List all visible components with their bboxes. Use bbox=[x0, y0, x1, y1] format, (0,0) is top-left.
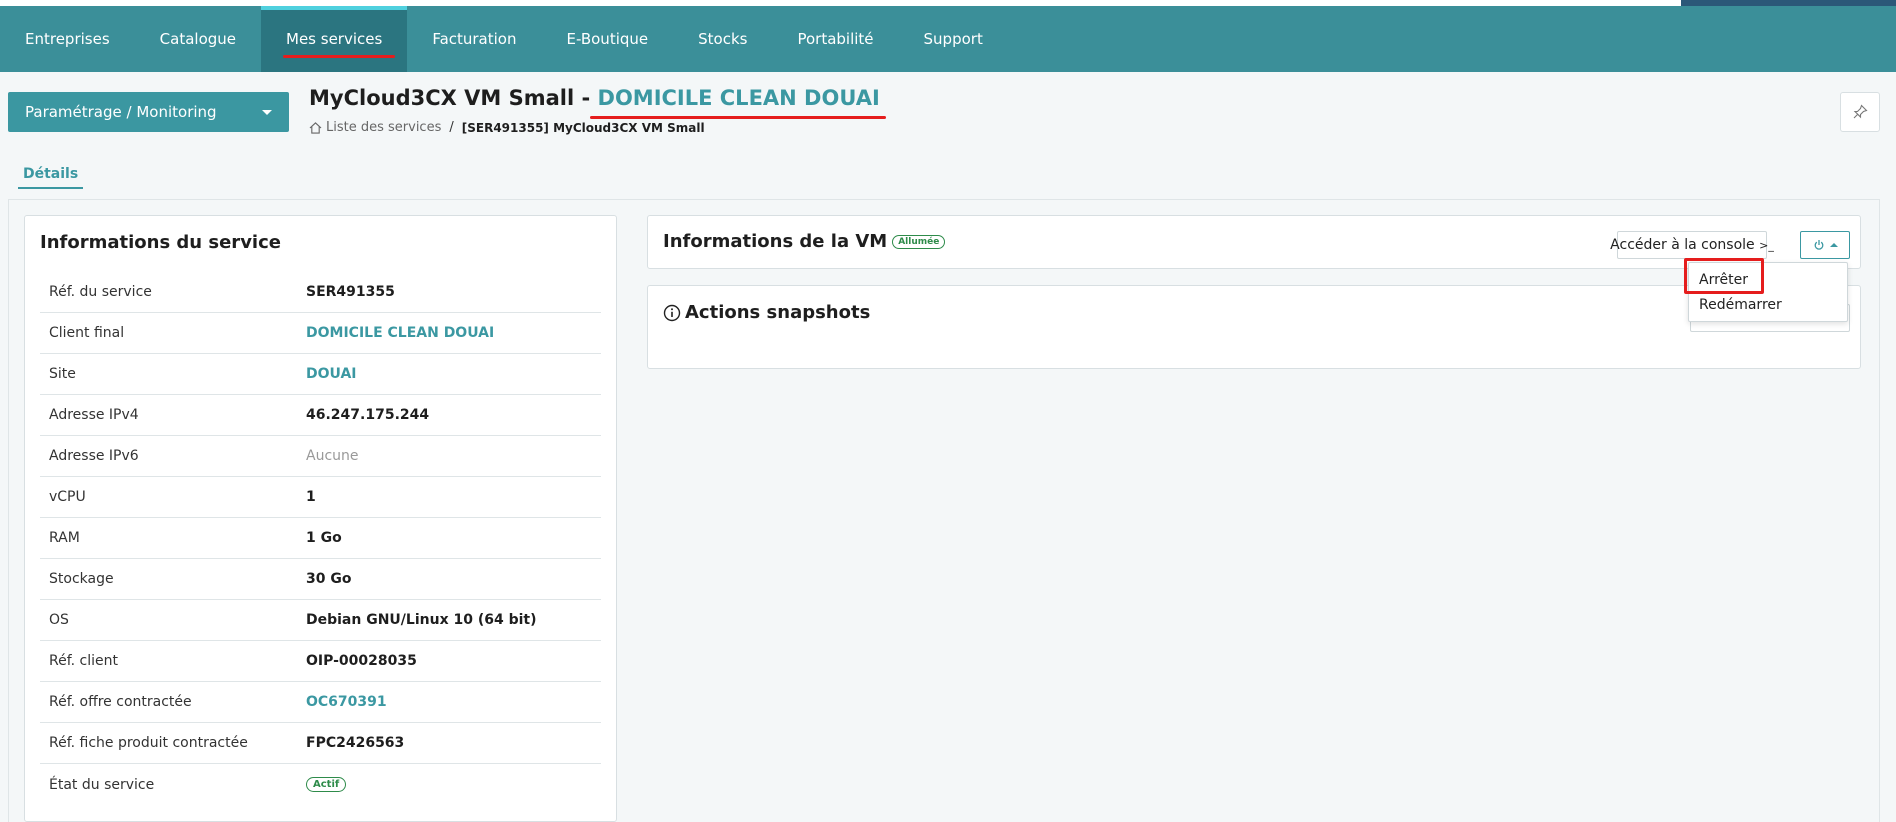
console-button-label: Accéder à la console bbox=[1610, 237, 1755, 253]
table-row: vCPU 1 bbox=[40, 477, 601, 518]
parametrage-monitoring-dropdown[interactable]: Paramétrage / Monitoring bbox=[8, 92, 289, 132]
table-row: Site DOUAI bbox=[40, 354, 601, 395]
home-icon bbox=[309, 121, 322, 134]
table-row: Stockage 30 Go bbox=[40, 559, 601, 600]
nav-item-mes-services[interactable]: Mes services bbox=[261, 6, 408, 72]
row-label: Site bbox=[49, 366, 76, 382]
row-label: Adresse IPv4 bbox=[49, 407, 139, 423]
row-label: Réf. offre contractée bbox=[49, 694, 192, 710]
power-dropdown-button[interactable] bbox=[1800, 231, 1850, 259]
terminal-icon: >_ bbox=[1759, 238, 1774, 252]
menu-item-redemarrer[interactable]: Redémarrer bbox=[1699, 297, 1782, 313]
service-info-card: Informations du service Réf. du service S… bbox=[24, 215, 617, 822]
row-value: SER491355 bbox=[306, 284, 395, 300]
row-label: RAM bbox=[49, 530, 80, 546]
table-row: Réf. offre contractée OC670391 bbox=[40, 682, 601, 723]
row-value: Debian GNU/Linux 10 (64 bit) bbox=[306, 612, 537, 628]
status-badge: Actif bbox=[306, 777, 347, 792]
row-value: 1 bbox=[306, 489, 316, 505]
row-value: 46.247.175.244 bbox=[306, 407, 430, 423]
service-info-title: Informations du service bbox=[40, 232, 281, 253]
row-label: Client final bbox=[49, 325, 125, 341]
row-label: Réf. du service bbox=[49, 284, 152, 300]
row-value: FPC2426563 bbox=[306, 735, 405, 751]
breadcrumb-separator: / bbox=[449, 120, 454, 135]
row-value: 30 Go bbox=[306, 571, 352, 587]
table-row: Réf. fiche produit contractée FPC2426563 bbox=[40, 723, 601, 764]
client-final-link[interactable]: DOMICILE CLEAN DOUAI bbox=[306, 325, 494, 341]
row-label: Réf. fiche produit contractée bbox=[49, 735, 248, 751]
table-row: État du service Actif bbox=[40, 764, 601, 805]
caret-down-icon bbox=[262, 109, 272, 115]
nav-item-label: Mes services bbox=[286, 30, 383, 48]
caret-up-icon bbox=[1829, 243, 1838, 247]
info-icon bbox=[663, 304, 681, 321]
pin-button[interactable] bbox=[1840, 92, 1880, 132]
vm-info-title-text: Informations de la VM bbox=[663, 231, 888, 252]
service-info-rows: Réf. du service SER491355 Client final DOM… bbox=[40, 272, 601, 805]
page-title-prefix: MyCloud3CX VM Small - bbox=[309, 86, 598, 110]
offre-link[interactable]: OC670391 bbox=[306, 694, 387, 710]
red-annotation-box bbox=[1684, 258, 1764, 294]
table-row: Client final DOMICILE CLEAN DOUAI bbox=[40, 313, 601, 354]
table-row: Adresse IPv6 Aucune bbox=[40, 436, 601, 477]
snapshots-title-text: Actions snapshots bbox=[685, 302, 871, 323]
table-row: Réf. client OIP-00028035 bbox=[40, 641, 601, 682]
table-row: Adresse IPv4 46.247.175.244 bbox=[40, 395, 601, 436]
breadcrumb: Liste des services / [SER491355] MyCloud… bbox=[309, 120, 705, 135]
nav-item-e-boutique[interactable]: E-Boutique bbox=[541, 6, 673, 72]
row-label: Adresse IPv6 bbox=[49, 448, 139, 464]
console-button[interactable]: Accéder à la console >_ bbox=[1610, 231, 1774, 259]
vm-info-title: Informations de la VM Allumée bbox=[663, 231, 946, 252]
red-annotation-underline bbox=[283, 55, 396, 58]
table-row: Réf. du service SER491355 bbox=[40, 272, 601, 313]
row-label: Réf. client bbox=[49, 653, 118, 669]
vm-status-badge: Allumée bbox=[892, 234, 946, 249]
row-label: vCPU bbox=[49, 489, 86, 505]
main-navbar: Entreprises Catalogue Mes services Factu… bbox=[0, 6, 1896, 72]
nav-item-facturation[interactable]: Facturation bbox=[407, 6, 541, 72]
row-label: Stockage bbox=[49, 571, 114, 587]
client-link[interactable]: DOMICILE CLEAN DOUAI bbox=[589, 86, 886, 119]
nav-item-entreprises[interactable]: Entreprises bbox=[0, 6, 135, 72]
row-value: 1 Go bbox=[306, 530, 342, 546]
snapshots-title: Actions snapshots bbox=[663, 302, 870, 323]
nav-item-support[interactable]: Support bbox=[899, 6, 1008, 72]
breadcrumb-current: [SER491355] MyCloud3CX VM Small bbox=[461, 120, 705, 135]
nav-item-catalogue[interactable]: Catalogue bbox=[135, 6, 261, 72]
breadcrumb-parent-link[interactable]: Liste des services bbox=[326, 120, 441, 135]
row-label: OS bbox=[49, 612, 69, 628]
nav-item-portabilite[interactable]: Portabilité bbox=[772, 6, 898, 72]
client-link-label: DOMICILE CLEAN DOUAI bbox=[597, 86, 880, 110]
table-row: OS Debian GNU/Linux 10 (64 bit) bbox=[40, 600, 601, 641]
red-annotation-underline bbox=[589, 116, 886, 119]
site-link[interactable]: DOUAI bbox=[306, 366, 357, 382]
vm-info-card: Informations de la VM Allumée Accéder à l… bbox=[647, 215, 1861, 269]
power-icon bbox=[1814, 240, 1823, 250]
dropdown-label: Paramétrage / Monitoring bbox=[25, 103, 217, 121]
row-label: État du service bbox=[49, 776, 155, 793]
snapshots-card: Actions snapshots bbox=[647, 285, 1861, 369]
table-row: RAM 1 Go bbox=[40, 518, 601, 559]
nav-item-stocks[interactable]: Stocks bbox=[673, 6, 772, 72]
row-value: OIP-00028035 bbox=[306, 653, 417, 669]
tab-details[interactable]: Détails bbox=[18, 166, 84, 189]
row-value: Aucune bbox=[306, 448, 359, 464]
page-title: MyCloud3CX VM Small - DOMICILE CLEAN DOU… bbox=[309, 86, 886, 119]
pin-icon bbox=[1853, 104, 1868, 119]
